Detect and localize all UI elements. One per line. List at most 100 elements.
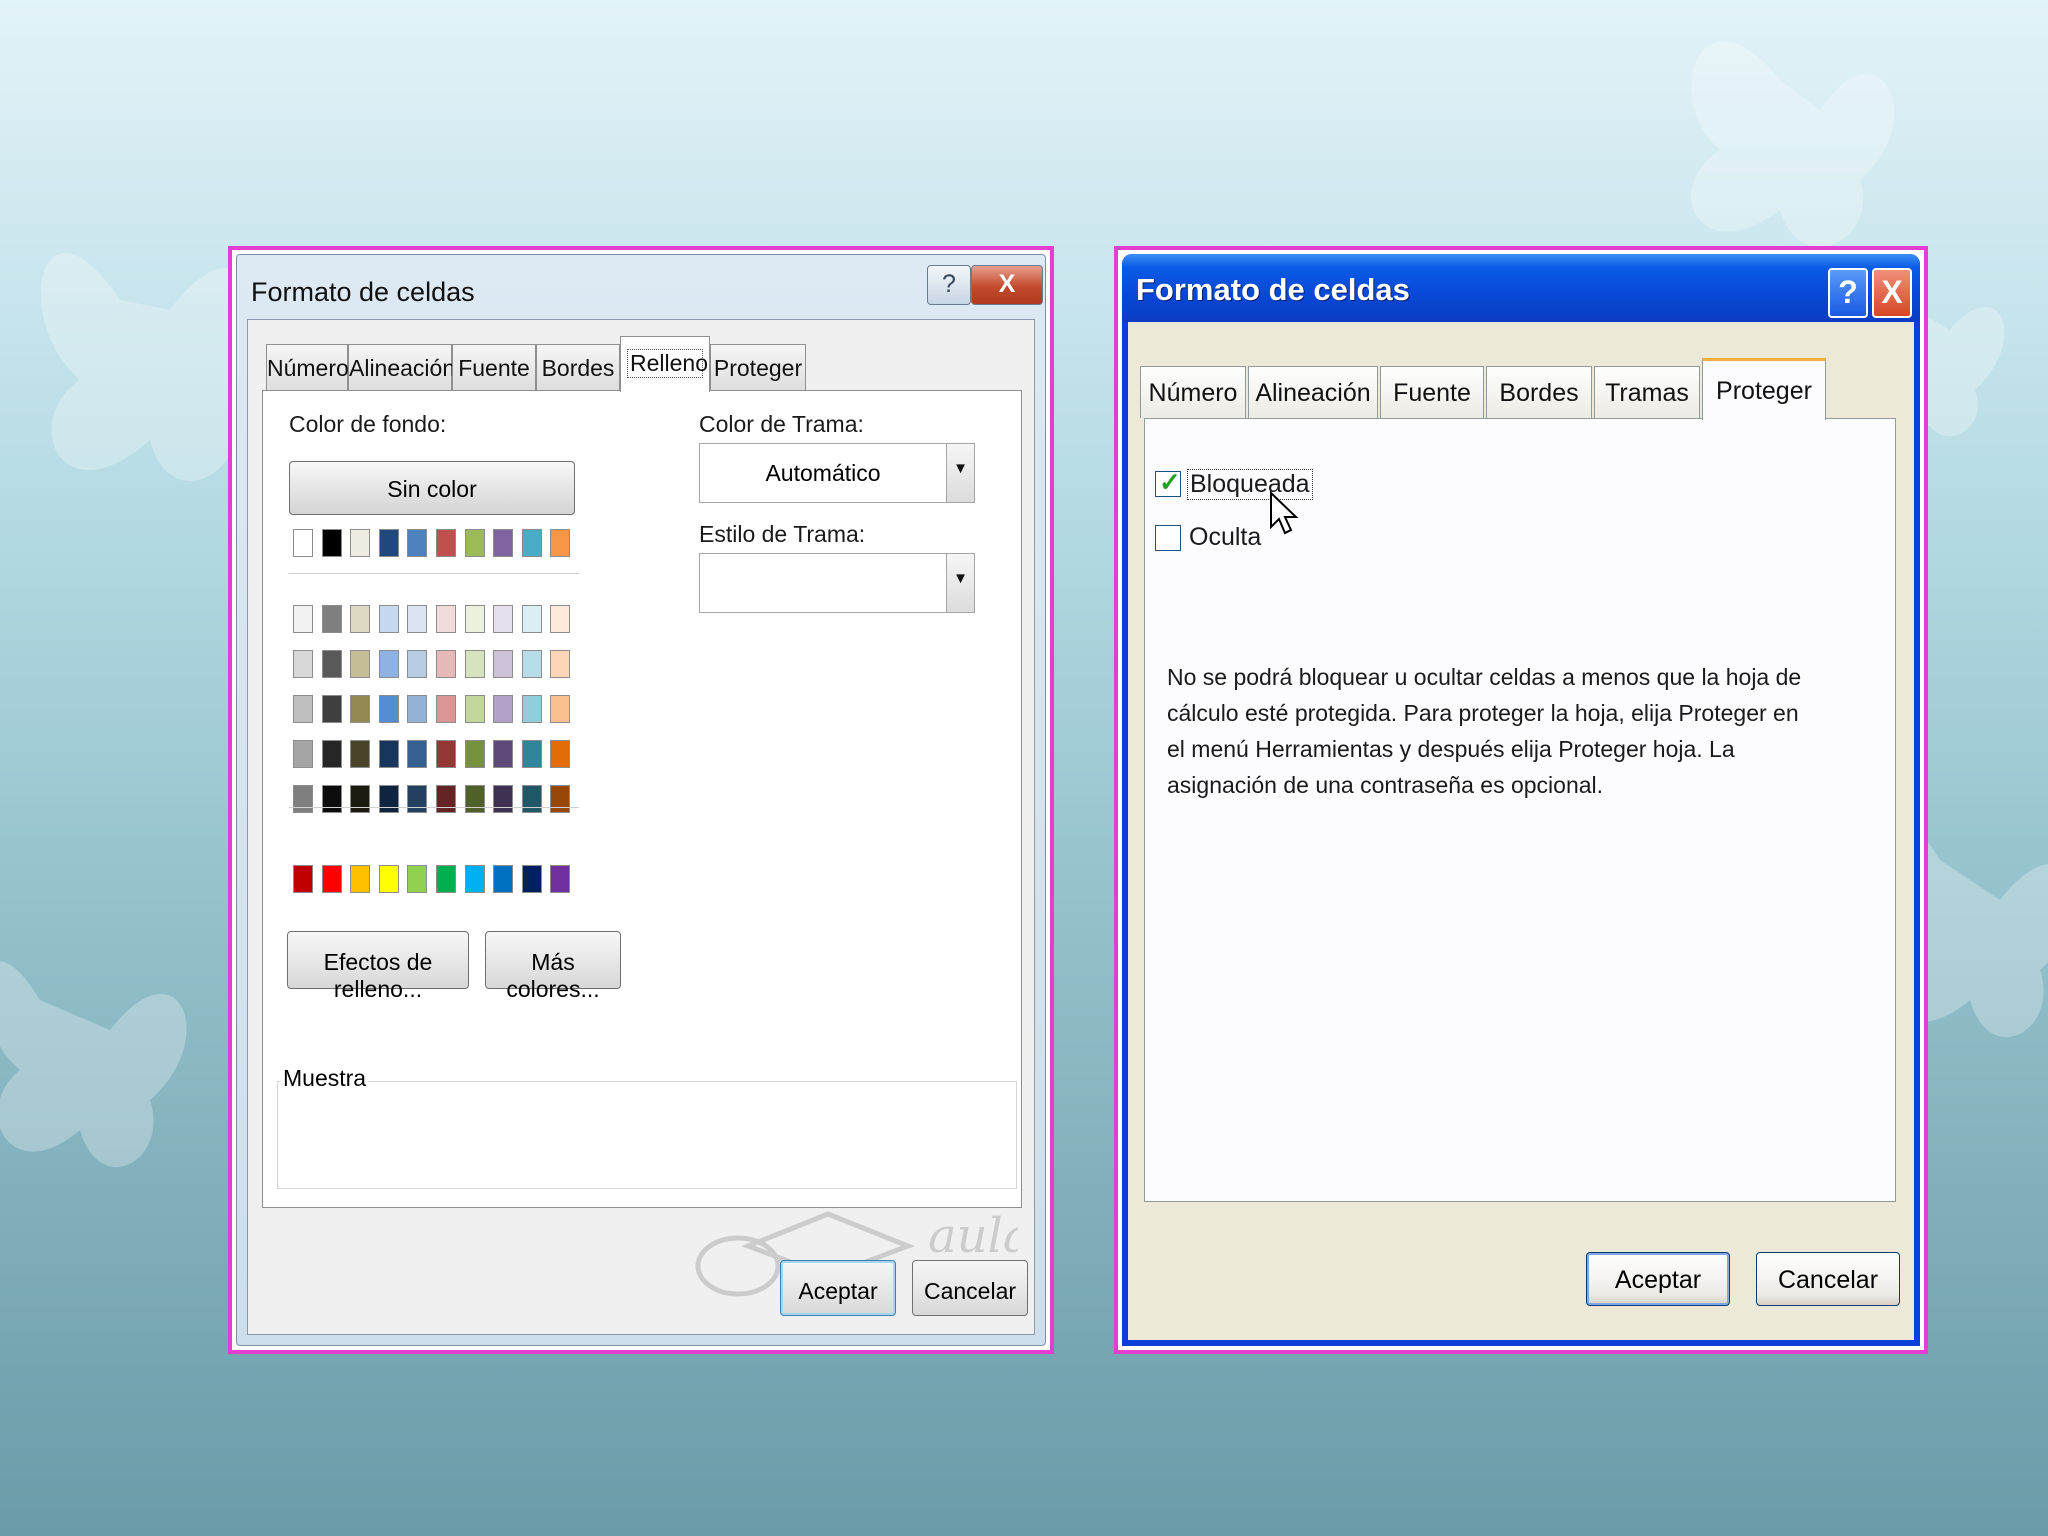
locked-checkbox[interactable]: ✓ bbox=[1155, 467, 1181, 497]
tab-proteger[interactable]: Proteger bbox=[710, 344, 806, 390]
help-button[interactable]: ? bbox=[1828, 268, 1868, 318]
tint-color-swatch[interactable] bbox=[493, 740, 514, 768]
tint-color-swatch[interactable] bbox=[407, 650, 428, 678]
tint-color-swatch[interactable] bbox=[464, 785, 485, 813]
theme-color-swatch[interactable] bbox=[407, 529, 428, 557]
theme-color-swatch[interactable] bbox=[464, 529, 485, 557]
tab-fuente[interactable]: Fuente bbox=[452, 344, 536, 390]
tint-color-swatch[interactable] bbox=[321, 650, 342, 678]
tint-color-swatch[interactable] bbox=[550, 695, 571, 723]
tab-numero[interactable]: Número bbox=[266, 344, 349, 390]
tint-color-swatch[interactable] bbox=[493, 785, 514, 813]
standard-color-swatch[interactable] bbox=[493, 865, 514, 893]
tint-color-swatch[interactable] bbox=[493, 650, 514, 678]
tint-color-swatch[interactable] bbox=[521, 650, 542, 678]
tint-color-swatch[interactable] bbox=[550, 650, 571, 678]
tint-color-swatch[interactable] bbox=[350, 605, 371, 633]
tint-color-swatch[interactable] bbox=[436, 695, 456, 723]
tint-color-swatch[interactable] bbox=[407, 695, 428, 723]
tint-color-swatch[interactable] bbox=[521, 695, 542, 723]
cancel-button[interactable]: Cancelar bbox=[1756, 1252, 1900, 1306]
tint-color-swatch[interactable] bbox=[378, 785, 399, 813]
tab-alineacion[interactable]: Alineación bbox=[1248, 366, 1378, 418]
tint-color-swatch[interactable] bbox=[350, 650, 371, 678]
help-button[interactable]: ? bbox=[927, 265, 971, 305]
hidden-label[interactable]: Oculta bbox=[1189, 523, 1261, 552]
theme-color-swatch[interactable] bbox=[521, 529, 542, 557]
standard-color-swatch[interactable] bbox=[407, 865, 428, 893]
tint-color-swatch[interactable] bbox=[521, 740, 542, 768]
more-colors-button[interactable]: Más colores... bbox=[485, 931, 621, 1002]
tint-color-swatch[interactable] bbox=[464, 605, 485, 633]
tint-color-swatch[interactable] bbox=[293, 740, 313, 768]
tint-color-swatch[interactable] bbox=[436, 650, 456, 678]
standard-color-swatch[interactable] bbox=[350, 865, 371, 893]
tint-color-swatch[interactable] bbox=[378, 740, 399, 768]
tint-color-swatch[interactable] bbox=[436, 785, 456, 813]
tint-color-swatch[interactable] bbox=[521, 605, 542, 633]
tab-relleno[interactable]: Relleno bbox=[620, 336, 710, 392]
standard-color-swatch[interactable] bbox=[464, 865, 485, 893]
theme-color-swatch[interactable] bbox=[350, 529, 371, 557]
tint-color-swatch[interactable] bbox=[321, 695, 342, 723]
no-color-button[interactable]: Sin color bbox=[289, 461, 575, 515]
standard-color-swatch[interactable] bbox=[436, 865, 456, 893]
hidden-checkbox[interactable] bbox=[1155, 525, 1181, 551]
tint-color-swatch[interactable] bbox=[293, 785, 313, 813]
tab-numero[interactable]: Número bbox=[1140, 366, 1246, 418]
tint-color-swatch[interactable] bbox=[521, 785, 542, 813]
theme-color-swatch[interactable] bbox=[550, 529, 571, 557]
dialog-window: Formato de celdas ? X Número Alineación … bbox=[1122, 254, 1920, 1346]
tint-color-swatch[interactable] bbox=[321, 740, 342, 768]
tint-color-swatch[interactable] bbox=[321, 605, 342, 633]
tint-color-swatch[interactable] bbox=[378, 605, 399, 633]
fill-effects-button[interactable]: Efectos de relleno... bbox=[287, 931, 469, 1002]
tab-fuente[interactable]: Fuente bbox=[1380, 366, 1484, 418]
standard-color-swatch[interactable] bbox=[321, 865, 342, 893]
pattern-style-dropdown[interactable]: ▼ bbox=[699, 553, 975, 613]
tint-color-swatch[interactable] bbox=[493, 695, 514, 723]
close-button[interactable]: X bbox=[971, 265, 1043, 305]
tint-color-swatch[interactable] bbox=[436, 740, 456, 768]
tint-color-swatch[interactable] bbox=[436, 605, 456, 633]
tab-alineacion[interactable]: Alineación bbox=[348, 344, 455, 390]
tint-color-swatch[interactable] bbox=[321, 785, 342, 813]
tint-color-swatch[interactable] bbox=[350, 785, 371, 813]
tint-color-swatch[interactable] bbox=[407, 740, 428, 768]
standard-color-swatch[interactable] bbox=[550, 865, 571, 893]
tint-color-swatch[interactable] bbox=[378, 695, 399, 723]
tab-bordes[interactable]: Bordes bbox=[536, 344, 620, 390]
tint-color-swatch[interactable] bbox=[464, 740, 485, 768]
title-bar[interactable]: Formato de celdas ? X bbox=[1122, 254, 1920, 322]
tint-color-swatch[interactable] bbox=[350, 695, 371, 723]
ok-button[interactable]: Aceptar bbox=[1586, 1252, 1730, 1306]
theme-color-swatch[interactable] bbox=[293, 529, 313, 557]
standard-color-swatch[interactable] bbox=[521, 865, 542, 893]
tint-color-swatch[interactable] bbox=[407, 605, 428, 633]
tint-color-swatch[interactable] bbox=[293, 695, 313, 723]
tint-color-swatch[interactable] bbox=[407, 785, 428, 813]
pattern-color-dropdown[interactable]: Automático ▼ bbox=[699, 443, 975, 503]
tint-color-swatch[interactable] bbox=[378, 650, 399, 678]
tint-color-swatch[interactable] bbox=[550, 605, 571, 633]
theme-color-swatch[interactable] bbox=[378, 529, 399, 557]
tint-color-swatch[interactable] bbox=[293, 605, 313, 633]
standard-color-swatch[interactable] bbox=[293, 865, 313, 893]
theme-color-swatch[interactable] bbox=[493, 529, 514, 557]
cancel-button[interactable]: Cancelar bbox=[912, 1260, 1028, 1316]
close-button[interactable]: X bbox=[1872, 268, 1912, 318]
tab-tramas[interactable]: Tramas bbox=[1594, 366, 1700, 418]
tint-color-swatch[interactable] bbox=[493, 605, 514, 633]
tint-color-swatch[interactable] bbox=[550, 740, 571, 768]
theme-color-swatch[interactable] bbox=[321, 529, 342, 557]
tint-color-swatch[interactable] bbox=[550, 785, 571, 813]
tab-proteger[interactable]: Proteger bbox=[1702, 358, 1826, 420]
ok-button[interactable]: Aceptar bbox=[780, 1260, 896, 1316]
theme-color-swatch[interactable] bbox=[436, 529, 456, 557]
tab-bordes[interactable]: Bordes bbox=[1486, 366, 1592, 418]
standard-color-swatch[interactable] bbox=[378, 865, 399, 893]
tint-color-swatch[interactable] bbox=[464, 650, 485, 678]
tint-color-swatch[interactable] bbox=[350, 740, 371, 768]
tint-color-swatch[interactable] bbox=[464, 695, 485, 723]
tint-color-swatch[interactable] bbox=[293, 650, 313, 678]
